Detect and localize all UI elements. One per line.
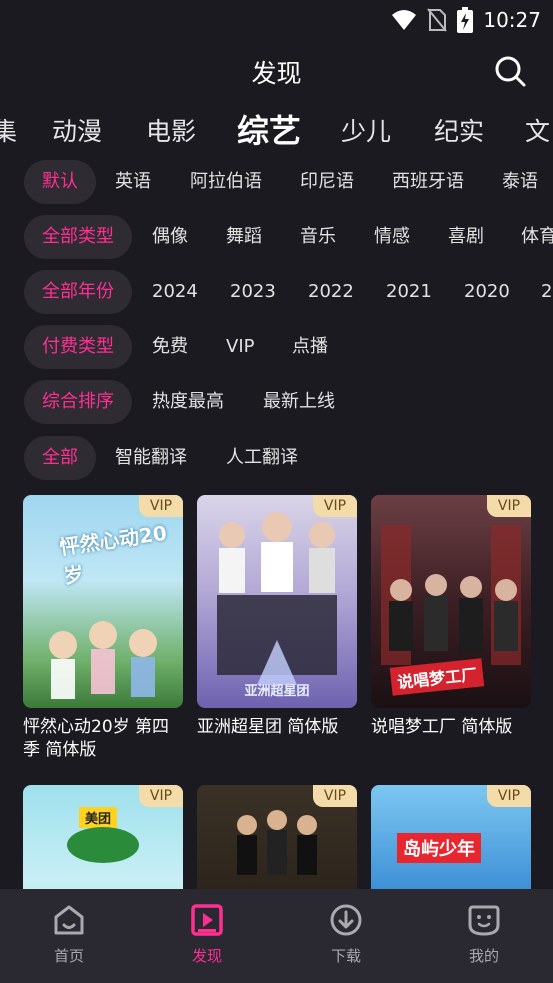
poster-image[interactable]: 说唱梦工厂 VIP [371, 495, 531, 708]
tab-culture[interactable]: 文 [525, 112, 550, 148]
vip-badge: VIP [487, 785, 531, 807]
filter-chip-sort[interactable]: 综合排序 [24, 380, 132, 424]
home-icon [54, 905, 84, 935]
discover-icon [191, 904, 223, 936]
card-title[interactable]: 怦然心动20岁 第四季 简体版 [23, 716, 183, 762]
nav-label: 我的 [468, 947, 499, 965]
filter-row-type: 全部类型 偶像 舞蹈 音乐 情感 喜剧 体育 [0, 215, 553, 259]
poster-image[interactable]: 怦然心动20岁 VIP [23, 495, 183, 708]
filter-row-translation: 全部 智能翻译 人工翻译 [0, 436, 553, 480]
vip-badge: VIP [313, 785, 357, 807]
filter-option[interactable]: 舞蹈 [226, 215, 262, 259]
filter-option[interactable]: 2021 [386, 270, 432, 314]
filter-option[interactable]: 2020 [464, 270, 510, 314]
discover-screen: 10:27 发现 集 动漫 电影 综艺 少儿 纪实 文 默认 英语 阿拉伯语 印… [0, 0, 553, 983]
filter-option[interactable]: 阿拉伯语 [190, 160, 262, 204]
filter-chip-all-years[interactable]: 全部年份 [24, 270, 132, 314]
nav-home[interactable]: 首页 [29, 903, 109, 966]
search-icon[interactable] [493, 54, 527, 88]
filter-option[interactable]: 偶像 [152, 215, 188, 259]
filter-chip-payment-type[interactable]: 付费类型 [24, 325, 132, 369]
filter-option[interactable]: 2023 [230, 270, 276, 314]
show-card[interactable]: 说唱梦工厂 VIP 说唱梦工厂 简体版 [371, 495, 531, 739]
nav-profile[interactable]: 我的 [444, 903, 524, 966]
bottom-nav: 首页 发现 下载 我的 [0, 889, 553, 983]
vip-badge: VIP [487, 495, 531, 517]
filter-option[interactable]: 印尼语 [300, 160, 354, 204]
filter-option[interactable]: 免费 [152, 325, 188, 369]
filter-option[interactable]: 2 [541, 270, 552, 314]
filter-chip-all[interactable]: 全部 [24, 436, 96, 480]
tab-movies[interactable]: 电影 [146, 112, 196, 148]
filter-row-language: 默认 英语 阿拉伯语 印尼语 西班牙语 泰语 [0, 160, 553, 204]
filter-option[interactable]: 西班牙语 [392, 160, 464, 204]
vip-badge: VIP [139, 785, 183, 807]
wifi-icon [392, 10, 417, 30]
poster-art [217, 512, 337, 685]
filter-option[interactable]: VIP [226, 325, 254, 369]
battery-charging-icon [457, 7, 474, 33]
filter-option[interactable]: 智能翻译 [115, 436, 187, 480]
nav-discover[interactable]: 发现 [167, 903, 247, 966]
vip-badge: VIP [313, 495, 357, 517]
tab-series[interactable]: 集 [0, 112, 17, 148]
filter-row-year: 全部年份 2024 2023 2022 2021 2020 2 [0, 270, 553, 314]
card-title[interactable]: 亚洲超星团 简体版 [197, 716, 357, 739]
filter-row-payment: 付费类型 免费 VIP 点播 [0, 325, 553, 369]
tab-anime[interactable]: 动漫 [52, 112, 102, 148]
category-tabs: 集 动漫 电影 综艺 少儿 纪实 文 [0, 104, 553, 156]
download-icon [330, 904, 362, 936]
show-card[interactable]: 亚洲超星团 VIP 亚洲超星团 简体版 [197, 495, 357, 739]
filter-option[interactable]: 体育 [521, 215, 553, 259]
filter-option[interactable]: 2022 [308, 270, 354, 314]
filter-option[interactable]: 点播 [292, 325, 328, 369]
poster-title-art: 岛屿少年 [397, 833, 481, 863]
status-time: 10:27 [483, 8, 541, 32]
poster-title-art: 亚洲超星团 [244, 684, 310, 699]
filter-chip-default[interactable]: 默认 [24, 160, 96, 204]
filter-chip-all-types[interactable]: 全部类型 [24, 215, 132, 259]
filter-option[interactable]: 2024 [152, 270, 198, 314]
filter-option[interactable]: 情感 [374, 215, 410, 259]
poster-image[interactable]: 亚洲超星团 VIP [197, 495, 357, 708]
nav-label: 下载 [330, 947, 361, 965]
filter-option[interactable]: 英语 [115, 160, 151, 204]
tab-kids[interactable]: 少儿 [341, 112, 391, 148]
tab-documentary[interactable]: 纪实 [434, 112, 484, 148]
tab-variety[interactable]: 综艺 [237, 106, 301, 152]
header: 发现 [0, 48, 553, 94]
status-bar: 10:27 [0, 0, 553, 38]
filter-option[interactable]: 泰语 [502, 160, 538, 204]
filter-option[interactable]: 热度最高 [152, 380, 224, 424]
filter-option[interactable]: 喜剧 [448, 215, 484, 259]
card-title[interactable]: 说唱梦工厂 简体版 [371, 716, 531, 739]
filter-option[interactable]: 音乐 [300, 215, 336, 259]
no-sim-icon [427, 8, 448, 32]
vip-badge: VIP [139, 495, 183, 517]
nav-download[interactable]: 下载 [306, 903, 386, 966]
nav-label: 首页 [53, 947, 84, 965]
filter-row-sort: 综合排序 热度最高 最新上线 [0, 380, 553, 424]
filter-option[interactable]: 最新上线 [263, 380, 335, 424]
nav-label: 发现 [191, 947, 222, 965]
filter-option[interactable]: 人工翻译 [226, 436, 298, 480]
status-icons: 10:27 [391, 7, 541, 33]
page-title: 发现 [251, 59, 302, 88]
show-card[interactable]: 怦然心动20岁 VIP 怦然心动20岁 第四季 简体版 [23, 495, 183, 762]
profile-icon [468, 905, 500, 936]
